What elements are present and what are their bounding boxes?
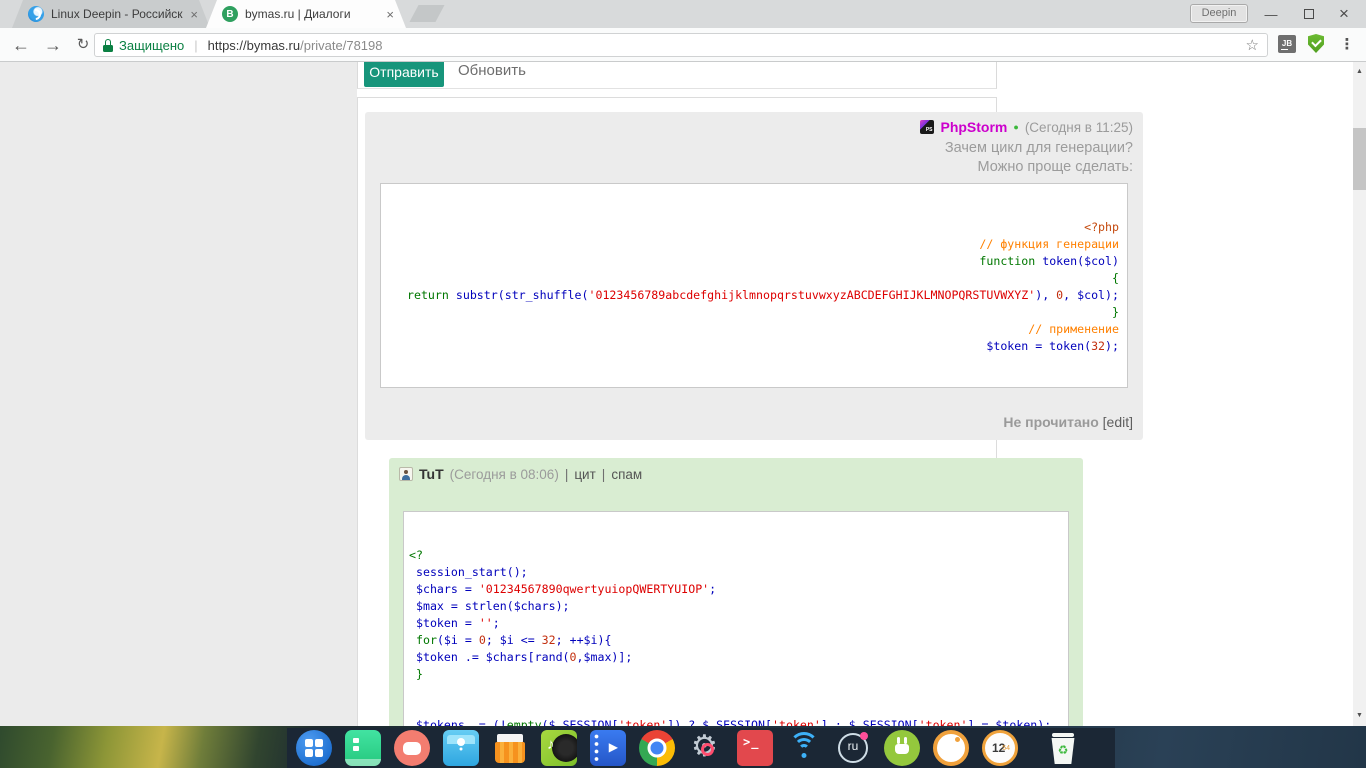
bymas-favicon: B [222, 6, 238, 22]
clock-icon[interactable]: 1254 [982, 730, 1018, 766]
separator: | [602, 467, 606, 482]
adblock-shield-icon[interactable] [1308, 34, 1324, 53]
message-time: (Сегодня в 11:25) [1025, 120, 1133, 135]
address-bar[interactable]: Защищено | https://bymas.ru /private/781… [94, 33, 1268, 57]
code-line: function token($col) [381, 253, 1119, 270]
code-line: for($i = 0; $i <= 32; ++$i){ [409, 632, 1068, 649]
browser-titlebar: Linux Deepin - Российск × B bymas.ru | Д… [0, 0, 1366, 28]
message-time: (Сегодня в 08:06) [450, 467, 559, 482]
separator: | [565, 467, 569, 482]
code-line: $max = strlen($chars); [409, 598, 1068, 615]
code-line: $token .= $chars[rand(0,$max)]; [409, 649, 1068, 666]
message-phpstorm: PhpStorm ● (Сегодня в 11:25) Зачем цикл … [365, 112, 1143, 440]
screen-recorder-icon[interactable] [394, 730, 430, 766]
tab-title: Linux Deepin - Российск [51, 7, 183, 21]
security-label: Защищено [119, 38, 184, 53]
unread-status: Не прочитано [1003, 414, 1098, 430]
terminal-icon[interactable]: >_ [737, 730, 773, 766]
chrome-icon[interactable] [639, 730, 675, 766]
message-text: Зачем цикл для генерации? Можно проще сд… [945, 139, 1133, 177]
app-store-icon[interactable] [492, 730, 528, 766]
scrollbar-thumb[interactable] [1353, 128, 1366, 190]
page-scrollbar[interactable]: ▲ ▼ [1353, 62, 1366, 726]
jetbrains-extension-icon[interactable]: JB [1278, 35, 1296, 53]
browser-window: Linux Deepin - Российск × B bymas.ru | Д… [0, 0, 1366, 726]
code-line: // функция генерации [381, 236, 1119, 253]
code-line [409, 683, 1068, 700]
refresh-link[interactable]: Обновить [458, 62, 526, 79]
quote-link[interactable]: цит [574, 467, 595, 482]
dock: ♪ ▶ ⚙ >_ ru 1254 ♻ [287, 728, 1115, 768]
spam-link[interactable]: спам [611, 467, 642, 482]
scroll-up-icon[interactable]: ▲ [1353, 66, 1366, 78]
tab-bymas-dialogs[interactable]: B bymas.ru | Диалоги × [206, 0, 406, 28]
browser-menu-icon[interactable]: ⋮ [1338, 32, 1356, 58]
new-tab-button[interactable] [409, 5, 444, 22]
code-line: // применение [381, 321, 1119, 338]
code-line: $token = ''; [409, 615, 1068, 632]
author-name[interactable]: TuT [419, 466, 444, 482]
send-button[interactable]: Отправить [364, 62, 444, 87]
message-line: Можно проще сделать: [945, 158, 1133, 177]
sound-icon[interactable] [933, 730, 969, 766]
page-left-margin [0, 62, 357, 726]
window-title-badge: Deepin [1190, 4, 1248, 23]
keyboard-layout-icon[interactable]: ru [835, 730, 871, 766]
message-header: PhpStorm ● (Сегодня в 11:25) [920, 119, 1133, 135]
maximize-square [1304, 9, 1314, 19]
code-line: } [381, 304, 1119, 321]
url-path: /private/78198 [300, 38, 382, 53]
browser-toolbar: ← → ↻ Защищено | https://bymas.ru /priva… [0, 28, 1366, 62]
user-avatar-icon [399, 467, 413, 481]
text-editor-icon[interactable] [345, 730, 381, 766]
code-line: { [381, 270, 1119, 287]
deepin-favicon [28, 6, 44, 22]
code-line: } [409, 666, 1068, 683]
bookmark-star-icon[interactable]: ☆ [1246, 36, 1259, 54]
launcher-icon[interactable] [296, 730, 332, 766]
message-header: TuT (Сегодня в 08:06) | цит | спам [399, 466, 642, 482]
code-line: session_start(); [409, 564, 1068, 581]
lock-icon [103, 39, 113, 52]
control-center-icon[interactable]: ⚙ [688, 730, 724, 766]
message-line: Зачем цикл для генерации? [945, 139, 1133, 158]
maximize-icon[interactable] [1294, 0, 1324, 28]
minimize-icon[interactable]: — [1256, 0, 1286, 28]
code-line: return substr(str_shuffle('0123456789abc… [381, 287, 1119, 304]
code-line: <? [409, 547, 1068, 564]
author-name[interactable]: PhpStorm [940, 119, 1007, 135]
code-line: $token = token(32); [381, 338, 1119, 355]
power-icon[interactable] [884, 730, 920, 766]
desktop: ♪ ▶ ⚙ >_ ru 1254 ♻ Linux Deepin - Российск × B… [0, 0, 1366, 768]
tab-linux-deepin[interactable]: Linux Deepin - Российск × [12, 0, 210, 28]
file-manager-icon[interactable] [443, 730, 479, 766]
online-dot-icon: ● [1013, 122, 1018, 132]
window-close-icon[interactable]: × [1328, 0, 1360, 28]
code-block: <? session_start(); $chars = '0123456789… [403, 511, 1069, 726]
tab-close-icon[interactable]: × [190, 8, 198, 21]
network-icon[interactable] [786, 730, 822, 766]
page-content: Отправить Обновить PhpStorm ● (Сегодня в… [0, 62, 1366, 726]
phpstorm-avatar [920, 120, 934, 134]
code-line: <?php [381, 219, 1119, 236]
tab-title: bymas.ru | Диалоги [245, 7, 379, 21]
trash-icon[interactable]: ♻ [1045, 730, 1081, 766]
code-line: $chars = '01234567890qwertyuiopQWERTYUIO… [409, 581, 1068, 598]
message-footer: Не прочитано [edit] [1003, 414, 1133, 430]
code-line [409, 700, 1068, 717]
code-block: <?php// функция генерацииfunction token(… [380, 183, 1128, 388]
forward-icon[interactable]: → [40, 32, 66, 58]
url-host: https://bymas.ru [208, 38, 300, 53]
reload-icon[interactable]: ↻ [70, 32, 96, 58]
url-separator: | [194, 38, 197, 53]
code-line: $tokens = (!empty($_SESSION['token']) ? … [409, 717, 1068, 726]
tab-close-icon[interactable]: × [386, 8, 394, 21]
back-icon[interactable]: ← [8, 32, 34, 58]
movie-icon[interactable]: ▶ [590, 730, 626, 766]
message-tut: TuT (Сегодня в 08:06) | цит | спам <? se… [389, 458, 1083, 726]
reply-actions-box: Отправить Обновить [357, 62, 997, 89]
edit-link[interactable]: [edit] [1103, 414, 1133, 430]
scroll-down-icon[interactable]: ▼ [1353, 710, 1366, 722]
music-icon[interactable]: ♪ [541, 730, 577, 766]
